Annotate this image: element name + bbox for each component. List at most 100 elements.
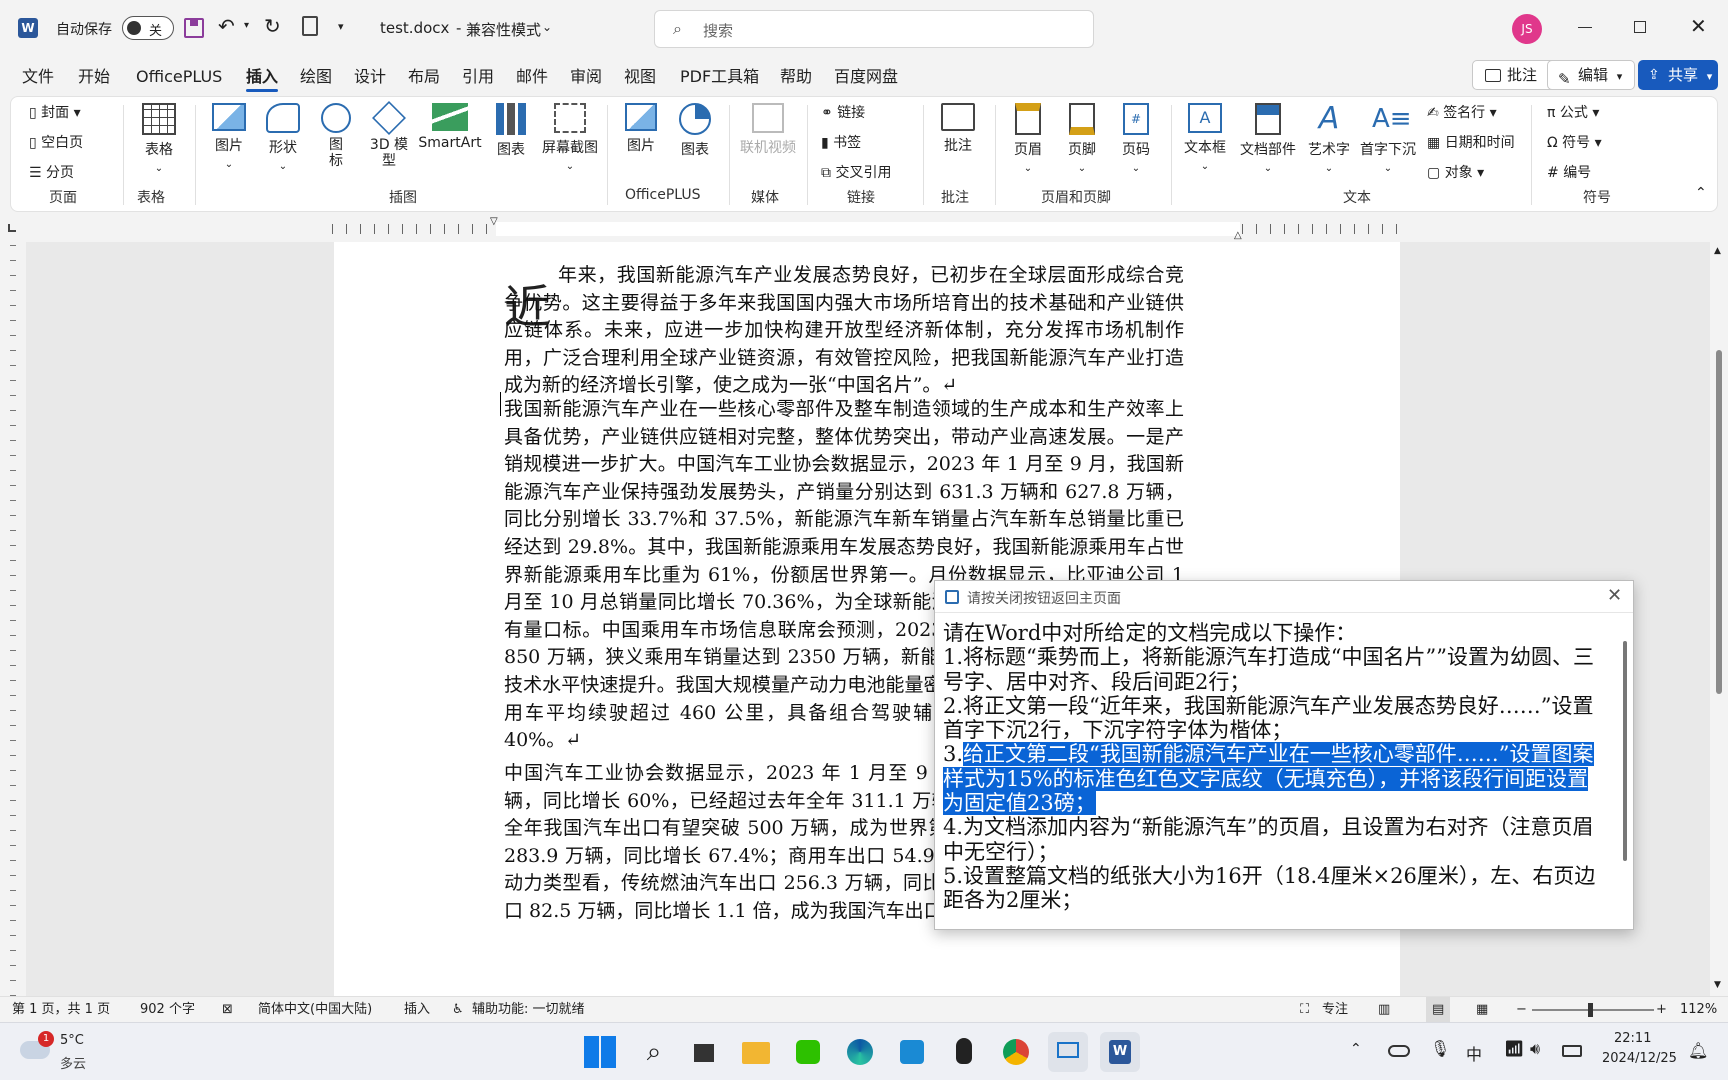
minimize-icon[interactable]	[1578, 27, 1592, 28]
share-button[interactable]: ⇪ 共享 ▾	[1638, 60, 1718, 90]
edge-browser-icon[interactable]	[840, 1032, 880, 1072]
online-video-button[interactable]: 联机视频	[735, 103, 801, 157]
screenshot-button[interactable]: 屏幕截图 ⌄	[539, 103, 601, 173]
battery-icon[interactable]	[1562, 1045, 1582, 1057]
chart-button[interactable]: 图表	[487, 103, 535, 159]
wordart-button[interactable]: A 艺术字 ⌄	[1303, 103, 1355, 175]
tab-selector-icon[interactable]	[8, 224, 16, 232]
task-view-icon[interactable]	[684, 1032, 724, 1072]
autosave-toggle[interactable]: 关	[122, 16, 174, 40]
word-count[interactable]: 902 个字	[140, 997, 195, 1023]
tab-pdf-toolbox[interactable]: PDF工具箱	[680, 58, 759, 96]
tray-overflow-icon[interactable]: ⌃	[1350, 1041, 1362, 1057]
wifi-icon[interactable]: 📶︎	[1504, 1039, 1524, 1058]
qq-icon[interactable]	[944, 1032, 984, 1072]
chevron-down-icon[interactable]: ⌄	[542, 20, 552, 34]
doc-mode[interactable]: 兼容性模式	[466, 19, 541, 40]
editing-mode[interactable]: ✎ 编辑 ▾	[1547, 60, 1635, 90]
web-layout-icon[interactable]: ▦	[1476, 997, 1488, 1023]
new-comment-button[interactable]: 批注	[931, 103, 985, 155]
remote-desktop-icon[interactable]	[1048, 1032, 1088, 1072]
word-taskbar-icon[interactable]: W	[1100, 1032, 1140, 1072]
clock-date[interactable]: 2024/12/25	[1602, 1051, 1677, 1066]
wechat-icon[interactable]	[788, 1032, 828, 1072]
zoom-slider[interactable]	[1532, 1003, 1654, 1017]
link-button[interactable]: ⚭ 链接	[821, 101, 865, 125]
icons-button[interactable]: 图 标	[313, 103, 359, 169]
print-layout-icon[interactable]: ▤	[1426, 997, 1451, 1023]
tab-officeplus[interactable]: OfficePLUS	[136, 58, 222, 96]
notification-bell-icon[interactable]: 🔔︎	[1688, 1041, 1708, 1060]
ime-indicator[interactable]: 中	[1466, 1041, 1482, 1065]
vertical-scrollbar[interactable]: ▲ ▼	[1710, 242, 1728, 996]
tab-review[interactable]: 审阅	[570, 58, 602, 96]
file-explorer-icon[interactable]	[736, 1032, 776, 1072]
tab-home[interactable]: 开始	[78, 58, 110, 96]
blank-page-button[interactable]: ▯ 空白页	[29, 131, 83, 155]
dialog-close-icon[interactable]: ✕	[1607, 585, 1622, 606]
bookmark-button[interactable]: ▮ 书签	[821, 131, 861, 155]
language[interactable]: 简体中文(中国大陆)	[258, 997, 372, 1023]
tab-baidu-netdisk[interactable]: 百度网盘	[834, 58, 898, 96]
document-canvas[interactable]: 近 年来，我国新能源汽车产业发展态势良好，已初步在全球层面形成综合竞争优势。这主…	[26, 242, 1710, 996]
symbol-button[interactable]: Ω 符号 ▾	[1547, 131, 1602, 155]
insert-mode[interactable]: 插入	[404, 997, 430, 1023]
instruction-dialog[interactable]: 请按关闭按钮返回主页面 ✕ 请在Word中对所给定的文档完成以下操作： 1.将标…	[934, 580, 1634, 930]
table-button[interactable]: 表格 ⌄	[131, 103, 187, 175]
right-indent-marker[interactable]: △	[1234, 230, 1242, 241]
start-button[interactable]	[584, 1036, 616, 1068]
maximize-icon[interactable]	[1634, 21, 1646, 33]
dialog-scrollbar[interactable]	[1623, 641, 1627, 861]
accessibility-status[interactable]: 辅助功能: 一切就绪	[472, 997, 585, 1023]
quick-parts-button[interactable]: 文档部件 ⌄	[1237, 103, 1299, 175]
zoom-out-icon[interactable]: −	[1516, 997, 1527, 1023]
search-input[interactable]: 搜索	[703, 20, 733, 41]
onedrive-icon[interactable]	[1388, 1045, 1410, 1057]
footer-button[interactable]: 页脚 ⌄	[1057, 103, 1107, 175]
volume-icon[interactable]: 🔊︎	[1530, 1039, 1540, 1059]
page-break-button[interactable]: ☰ 分页	[29, 161, 74, 185]
zoom-in-icon[interactable]: +	[1656, 997, 1667, 1023]
undo-icon[interactable]: ↶	[218, 14, 235, 38]
tab-design[interactable]: 设计	[354, 58, 386, 96]
collapse-ribbon-icon[interactable]: ⌃	[1695, 185, 1707, 201]
page-number-button[interactable]: # 页码 ⌄	[1111, 103, 1161, 175]
equation-button[interactable]: π 公式 ▾	[1547, 101, 1599, 125]
3d-models-button[interactable]: 3D 模 型	[363, 101, 415, 169]
paragraph-1[interactable]: 年来，我国新能源汽车产业发展态势良好，已初步在全球层面形成综合竞争优势。这主要得…	[504, 262, 1184, 400]
proofing-icon[interactable]: ⊠	[222, 997, 233, 1023]
shapes-button[interactable]: 形状 ⌄	[257, 103, 309, 173]
close-icon[interactable]: ✕	[1690, 14, 1707, 38]
redo-icon[interactable]: ↻	[264, 14, 281, 38]
tab-insert[interactable]: 插入	[246, 58, 279, 96]
search-taskbar-icon[interactable]: ⌕	[634, 1032, 674, 1072]
tab-file[interactable]: 文件	[22, 58, 54, 96]
tab-help[interactable]: 帮助	[780, 58, 812, 96]
tab-draw[interactable]: 绘图	[300, 58, 332, 96]
undo-dropdown-icon[interactable]: ▾	[244, 20, 249, 31]
zoom-slider-thumb[interactable]	[1588, 1003, 1593, 1017]
officeplus-picture-button[interactable]: 图片	[617, 103, 665, 155]
tab-references[interactable]: 引用	[462, 58, 494, 96]
tab-mailings[interactable]: 邮件	[516, 58, 548, 96]
picture-button[interactable]: 图片 ⌄	[203, 103, 255, 171]
tab-layout[interactable]: 布局	[408, 58, 440, 96]
chrome-icon[interactable]	[996, 1032, 1036, 1072]
cross-reference-button[interactable]: ⧉ 交叉引用	[821, 161, 891, 185]
print-preview-icon[interactable]	[302, 16, 318, 36]
scroll-up-icon[interactable]: ▲	[1714, 246, 1721, 256]
cover-page-button[interactable]: ▯ 封面 ▾	[29, 101, 81, 125]
store-app-icon[interactable]	[892, 1032, 932, 1072]
zoom-level[interactable]: 112%	[1680, 997, 1717, 1023]
header-button[interactable]: 页眉 ⌄	[1003, 103, 1053, 175]
textbox-button[interactable]: A 文本框 ⌄	[1177, 103, 1233, 173]
officeplus-chart-button[interactable]: 图表	[671, 103, 719, 159]
page-count[interactable]: 第 1 页，共 1 页	[12, 997, 110, 1023]
number-button[interactable]: # 编号	[1547, 161, 1591, 185]
microphone-icon[interactable]: 🎙︎	[1430, 1039, 1450, 1058]
avatar[interactable]: JS	[1512, 14, 1542, 44]
left-indent-marker[interactable]: ▽	[490, 216, 498, 227]
object-button[interactable]: ▢ 对象 ▾	[1427, 161, 1484, 185]
scrollbar-thumb[interactable]	[1716, 350, 1722, 694]
smartart-button[interactable]: SmartArt	[417, 103, 483, 151]
